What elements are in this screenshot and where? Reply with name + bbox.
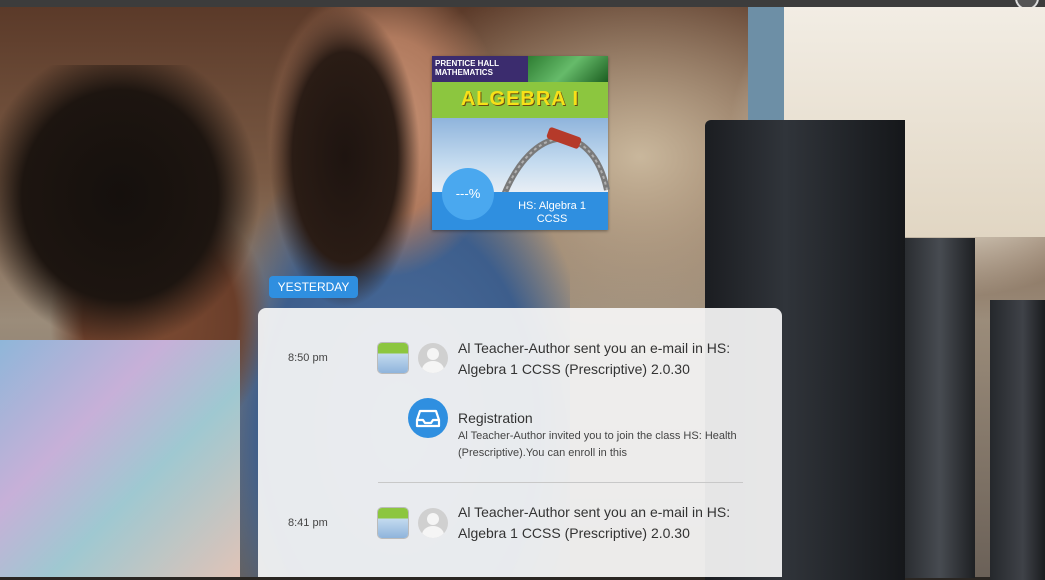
course-name[interactable]: HS: Algebra 1 CCSS [502,200,602,226]
activity-feed: 8:50 pm Al Teacher-Author sent you an e-… [258,308,782,577]
cover-palm-image [528,56,608,82]
bg-hair [0,65,280,365]
activity-message[interactable]: Al Teacher-Author sent you an e-mail in … [458,502,758,544]
course-progress: ---% [442,168,494,220]
user-avatar-icon [418,508,448,538]
cover-title: ALGEBRA I [460,88,580,110]
bg-shirt [0,340,240,577]
activity-message[interactable]: Al Teacher-Author sent you an e-mail in … [458,338,758,380]
notification-title[interactable]: Registration [458,410,533,426]
course-thumbnail[interactable] [378,343,408,373]
course-card[interactable]: PRENTICE HALL MATHEMATICS ALGEBRA I ---%… [432,56,610,230]
activity-time: 8:50 pm [288,352,328,364]
day-label: YESTERDAY [269,276,358,298]
inbox-tray-icon [408,398,448,438]
top-bar [0,0,1045,10]
bg-monitor [905,238,975,578]
course-thumbnail[interactable] [378,508,408,538]
cover-publisher: PRENTICE HALL MATHEMATICS [435,59,499,77]
bg-monitor [990,300,1045,580]
activity-time: 8:41 pm [288,517,328,529]
user-avatar-icon [418,343,448,373]
feed-divider [378,482,743,483]
notification-text: Al Teacher-Author invited you to join th… [458,430,737,459]
